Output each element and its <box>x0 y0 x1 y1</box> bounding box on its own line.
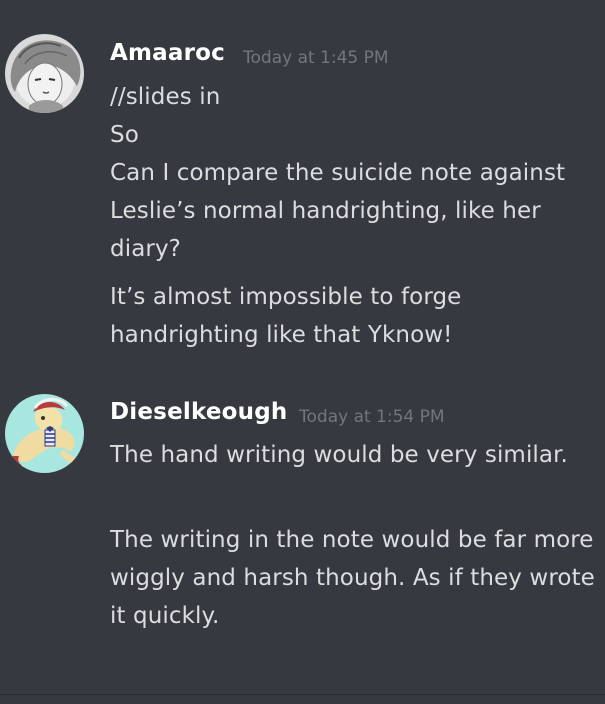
timestamp: Today at 1:54 PM <box>299 407 445 427</box>
message-text: So <box>110 122 139 148</box>
username[interactable]: Dieselkeough <box>110 399 287 425</box>
message-text: The writing in the note would be far mor… <box>110 527 603 629</box>
timestamp: Today at 1:45 PM <box>243 48 389 68</box>
amaaroc-avatar-icon <box>5 34 84 113</box>
avatar[interactable] <box>5 34 84 113</box>
bottom-bar <box>0 695 605 704</box>
message-text: //slides in <box>110 84 221 110</box>
message-text: It’s almost impossible to forge handrigh… <box>110 284 469 348</box>
message-text: Can I compare the suicide note against L… <box>110 160 573 262</box>
avatar[interactable] <box>5 394 84 473</box>
username[interactable]: Amaaroc <box>110 40 225 66</box>
dieselkeough-avatar-icon <box>5 394 84 473</box>
message-text: The hand writing would be very similar. <box>110 442 568 468</box>
